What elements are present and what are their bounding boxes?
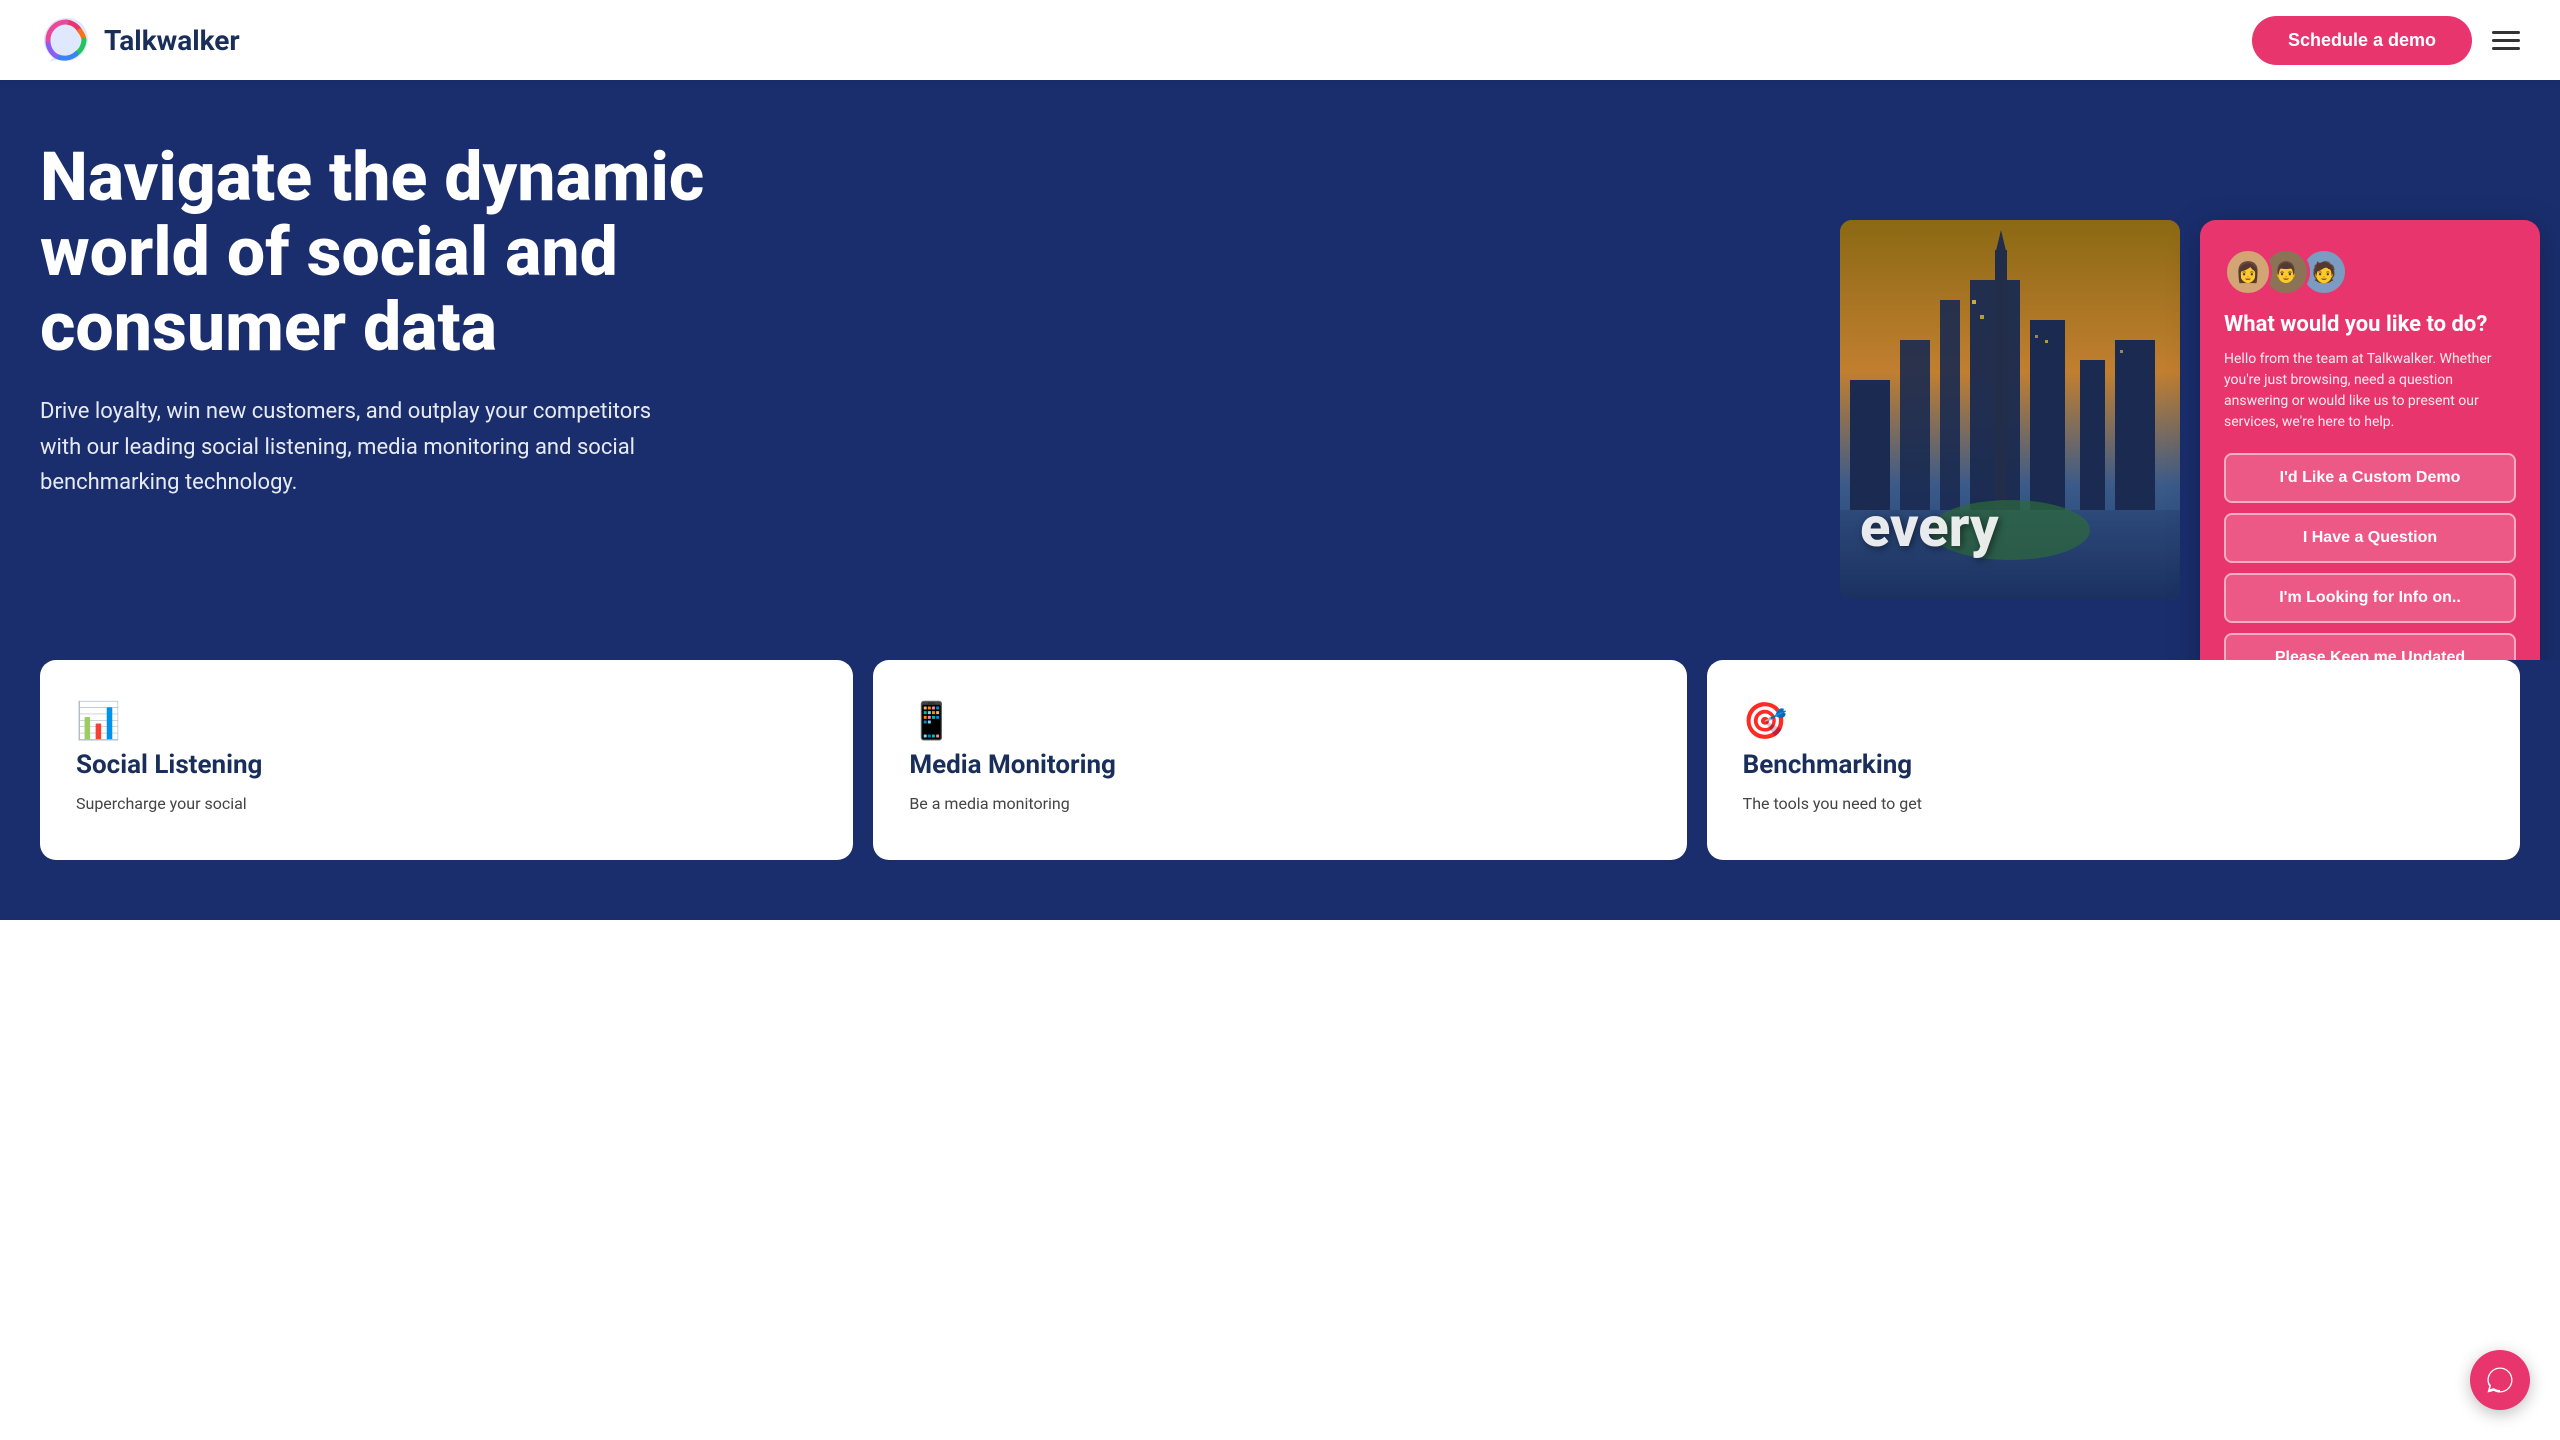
navbar-right: Schedule a demo xyxy=(2252,16,2520,65)
chat-buttons: I'd Like a Custom Demo I Have a Question… xyxy=(2224,453,2516,660)
benchmarking-desc: The tools you need to get xyxy=(1743,792,2484,816)
logo-area[interactable]: Talkwalker xyxy=(40,14,240,66)
chat-btn-info[interactable]: I'm Looking for Info on.. xyxy=(2224,573,2516,623)
cards-section: 📊 Social Listening Supercharge your soci… xyxy=(0,660,2560,920)
card-social-listening[interactable]: 📊 Social Listening Supercharge your soci… xyxy=(40,660,853,860)
card-benchmarking[interactable]: 🎯 Benchmarking The tools you need to get xyxy=(1707,660,2520,860)
benchmarking-title: Benchmarking xyxy=(1743,750,2484,780)
social-listening-title: Social Listening xyxy=(76,750,817,780)
logo-text: Talkwalker xyxy=(104,24,240,57)
media-monitoring-desc: Be a media monitoring xyxy=(909,792,1650,816)
navbar: Talkwalker Schedule a demo xyxy=(0,0,2560,80)
chat-btn-custom-demo[interactable]: I'd Like a Custom Demo xyxy=(2224,453,2516,503)
chat-btn-question[interactable]: I Have a Question xyxy=(2224,513,2516,563)
hero-title: Navigate the dynamic world of social and… xyxy=(40,140,740,364)
hamburger-line-2 xyxy=(2492,39,2520,42)
chat-btn-keep-updated[interactable]: Please Keep me Updated xyxy=(2224,633,2516,660)
chat-widget: 👩 👨 🧑 What would you like to do? Hello f… xyxy=(2200,220,2540,660)
chat-avatars: 👩 👨 🧑 xyxy=(2224,248,2516,296)
media-monitoring-title: Media Monitoring xyxy=(909,750,1650,780)
card-media-monitoring[interactable]: 📱 Media Monitoring Be a media monitoring xyxy=(873,660,1686,860)
hamburger-menu[interactable] xyxy=(2492,31,2520,50)
hero-image-bg: every xyxy=(1840,220,2180,600)
hero-subtitle: Drive loyalty, win new customers, and ou… xyxy=(40,394,660,500)
social-listening-desc: Supercharge your social xyxy=(76,792,817,816)
hamburger-line-1 xyxy=(2492,31,2520,34)
hero-image: every xyxy=(1840,220,2180,600)
chat-bubble-button[interactable] xyxy=(2470,1350,2530,1410)
chat-description: Hello from the team at Talkwalker. Wheth… xyxy=(2224,349,2516,433)
hamburger-line-3 xyxy=(2492,47,2520,50)
schedule-demo-button[interactable]: Schedule a demo xyxy=(2252,16,2472,65)
hero-section: Navigate the dynamic world of social and… xyxy=(0,80,2560,660)
hero-image-word: every xyxy=(1860,494,1999,560)
chat-bubble-icon xyxy=(2485,1365,2515,1395)
hero-content: Navigate the dynamic world of social and… xyxy=(40,140,740,500)
avatar-1: 👩 xyxy=(2224,248,2272,296)
media-monitoring-icon: 📱 xyxy=(909,700,1650,742)
chat-title: What would you like to do? xyxy=(2224,312,2516,337)
social-listening-icon: 📊 xyxy=(76,700,817,742)
benchmarking-icon: 🎯 xyxy=(1743,700,2484,742)
talkwalker-logo-icon xyxy=(40,14,92,66)
